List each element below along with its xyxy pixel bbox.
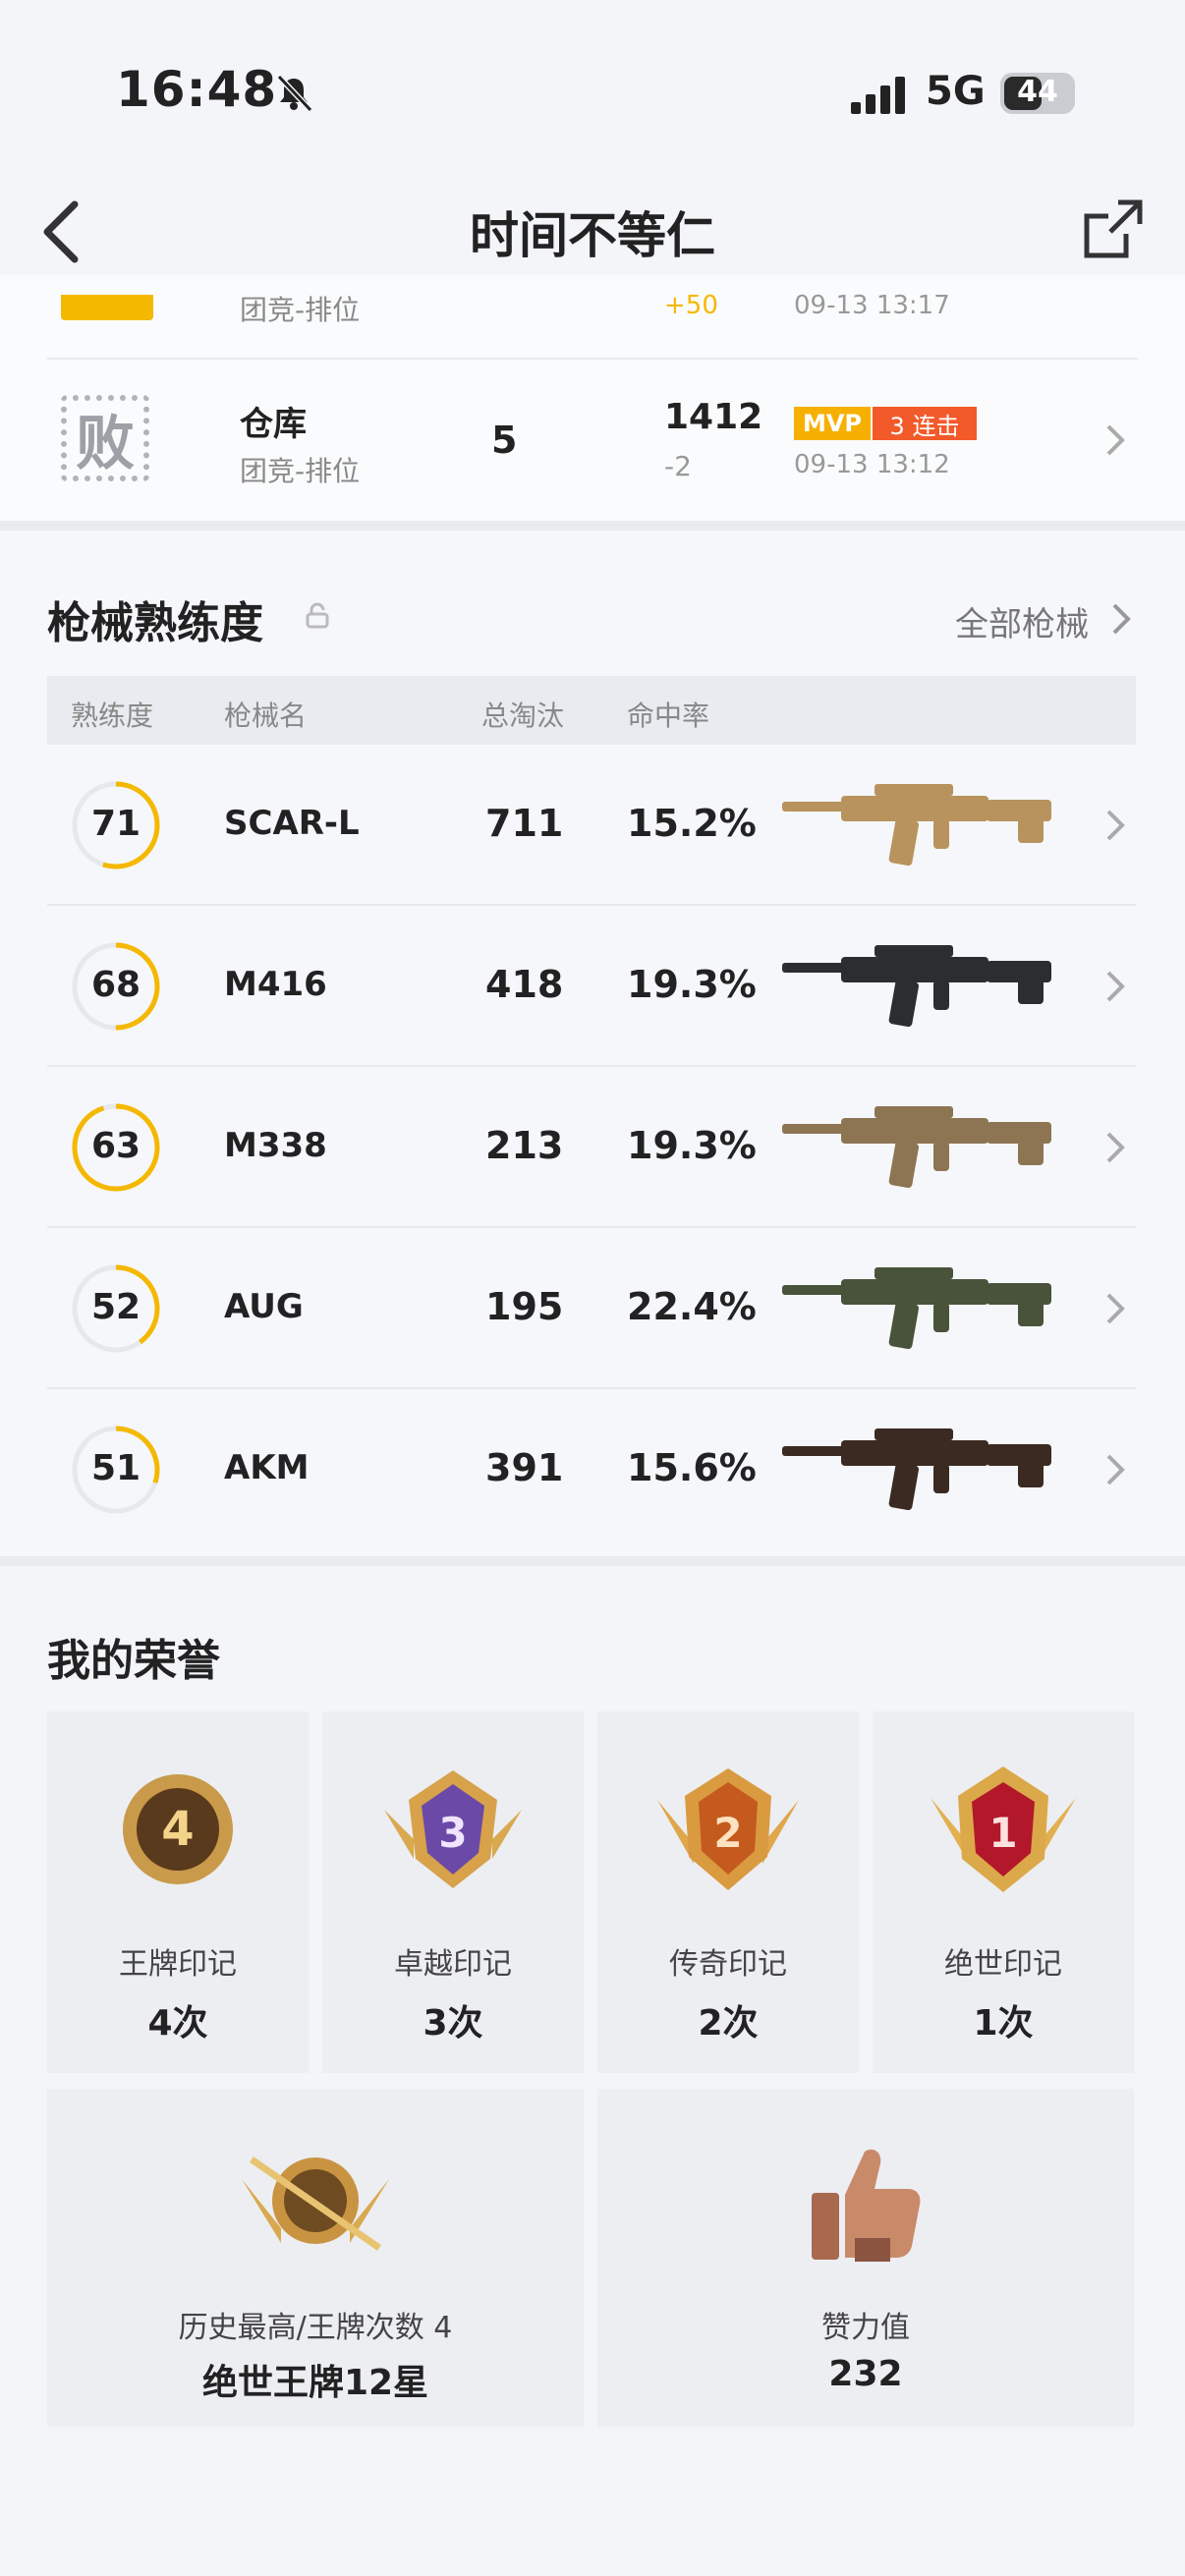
likes-label: 赞力值 — [821, 2311, 910, 2345]
weapon-name: SCAR-L — [224, 804, 360, 843]
chevron-right-icon — [1106, 971, 1125, 1002]
chevron-right-icon — [1106, 1454, 1125, 1485]
section-divider — [0, 521, 1185, 531]
best-rank-label: 历史最高/王牌次数 4 — [178, 2311, 453, 2345]
mastery-level: 68 — [90, 965, 141, 1005]
thumbs-up-icon — [812, 2149, 921, 2262]
weapon-name: AUG — [224, 1287, 304, 1326]
honor-label: 卓越印记 — [394, 1947, 512, 1982]
mastery-level: 63 — [90, 1126, 141, 1166]
weapon-image — [782, 1106, 1051, 1189]
weapon-accuracy: 19.3% — [627, 963, 757, 1006]
weapon-kills: 711 — [485, 802, 564, 845]
excellent-mark-icon: 3 — [384, 1770, 522, 1888]
weapon-accuracy: 22.4% — [627, 1285, 757, 1328]
mvp-badge: MVP — [794, 407, 871, 440]
chevron-right-icon — [1106, 424, 1125, 456]
mastery-level: 51 — [90, 1448, 141, 1488]
weapon-kills: 391 — [485, 1446, 564, 1489]
weapon-row[interactable]: 68 M416 418 19.3% — [47, 906, 1136, 1067]
weapon-kills: 195 — [485, 1285, 564, 1328]
honor-card-excellent[interactable]: 3 卓越印记 3次 — [322, 1711, 584, 2073]
weapon-image — [782, 945, 1051, 1028]
honor-count: 3次 — [423, 2003, 483, 2044]
match-time: 09-13 13:12 — [794, 450, 950, 479]
battery-icon: 44 — [1000, 73, 1075, 114]
ace-mark-icon: 4 — [123, 1774, 233, 1884]
all-weapons-link[interactable]: 全部枪械 — [955, 597, 1089, 645]
peerless-mark-icon: 1 — [931, 1766, 1076, 1892]
honor-card-best-rank[interactable]: 历史最高/王牌次数 4 绝世王牌12星 — [47, 2089, 584, 2427]
chevron-right-icon — [1106, 1293, 1125, 1324]
honor-count: 2次 — [698, 2003, 759, 2044]
share-icon[interactable] — [1081, 196, 1146, 261]
weapon-kills: 418 — [485, 963, 564, 1006]
col-accuracy: 命中率 — [627, 700, 710, 732]
weapon-image — [782, 1428, 1051, 1511]
svg-text:3: 3 — [438, 1809, 467, 1857]
honor-card-ace[interactable]: 4 王牌印记 4次 — [47, 1711, 309, 2073]
honor-card-likes[interactable]: 赞力值 232 — [597, 2089, 1134, 2427]
rank-emblem-icon — [242, 2156, 389, 2251]
weapon-row[interactable]: 52 AUG 195 22.4% — [47, 1228, 1136, 1389]
legend-mark-icon: 2 — [657, 1768, 799, 1890]
weapon-name: M416 — [224, 965, 327, 1004]
likes-value: 232 — [828, 2354, 903, 2394]
win-badge-partial — [61, 295, 153, 320]
col-mastery: 熟练度 — [71, 700, 154, 732]
weapon-name: AKM — [224, 1448, 310, 1487]
weapon-table-header: 熟练度 枪械名 总淘汰 命中率 — [47, 676, 1136, 745]
battery-level: 44 — [1017, 75, 1058, 109]
svg-text:4: 4 — [161, 1802, 194, 1857]
honor-label: 绝世印记 — [944, 1947, 1062, 1982]
weapon-accuracy: 19.3% — [627, 1124, 757, 1167]
col-total-kills: 总淘汰 — [481, 700, 565, 732]
lose-badge: 败 — [61, 395, 149, 481]
match-time: 09-13 13:17 — [794, 291, 950, 320]
mute-bell-icon — [276, 74, 313, 113]
mastery-level: 71 — [90, 804, 141, 844]
honor-count: 4次 — [147, 2003, 208, 2044]
weapon-accuracy: 15.2% — [627, 802, 757, 845]
honor-count: 1次 — [973, 2003, 1034, 2044]
weapon-name: M338 — [224, 1126, 327, 1165]
signal-icon — [851, 77, 905, 114]
svg-text:2: 2 — [713, 1809, 742, 1857]
weapon-accuracy: 15.6% — [627, 1446, 757, 1489]
chevron-right-icon — [1106, 1132, 1125, 1163]
svg-text:1: 1 — [988, 1809, 1017, 1857]
network-type: 5G — [926, 69, 986, 114]
col-weapon-name: 枪械名 — [224, 700, 308, 732]
match-mode: 团竞-排位 — [240, 294, 361, 326]
chevron-right-icon — [1106, 810, 1125, 841]
rating-delta: +50 — [664, 291, 718, 320]
section-title: 我的荣誉 — [47, 1636, 220, 1686]
weapon-image — [782, 784, 1051, 867]
honor-card-legend[interactable]: 2 传奇印记 2次 — [597, 1711, 859, 2073]
mastery-level: 52 — [90, 1287, 141, 1327]
best-rank-value: 绝世王牌12星 — [201, 2363, 429, 2403]
section-divider — [0, 1556, 1185, 1566]
match-map: 仓库 — [240, 405, 307, 444]
match-rating: 1412 — [664, 397, 763, 437]
lock-icon — [306, 602, 329, 629]
chevron-right-icon[interactable] — [1110, 601, 1132, 637]
match-kills: 5 — [491, 419, 518, 462]
match-mode: 团竞-排位 — [240, 455, 361, 487]
honor-label: 王牌印记 — [119, 1947, 237, 1982]
weapon-row[interactable]: 71 SCAR-L 711 15.2% — [47, 745, 1136, 906]
section-title: 枪械熟练度 — [47, 598, 263, 648]
honor-card-peerless[interactable]: 1 绝世印记 1次 — [873, 1711, 1134, 2073]
weapon-kills: 213 — [485, 1124, 564, 1167]
page-title: 时间不等仁 — [470, 207, 715, 264]
weapon-image — [782, 1267, 1051, 1350]
honor-label: 传奇印记 — [669, 1947, 787, 1982]
streak-badge: 3 连击 — [873, 407, 977, 440]
rating-delta: -2 — [664, 450, 692, 482]
status-time: 16:48 — [116, 61, 278, 118]
weapon-row[interactable]: 51 AKM 391 15.6% — [47, 1389, 1136, 1550]
weapon-row[interactable]: 63 M338 213 19.3% — [47, 1067, 1136, 1228]
